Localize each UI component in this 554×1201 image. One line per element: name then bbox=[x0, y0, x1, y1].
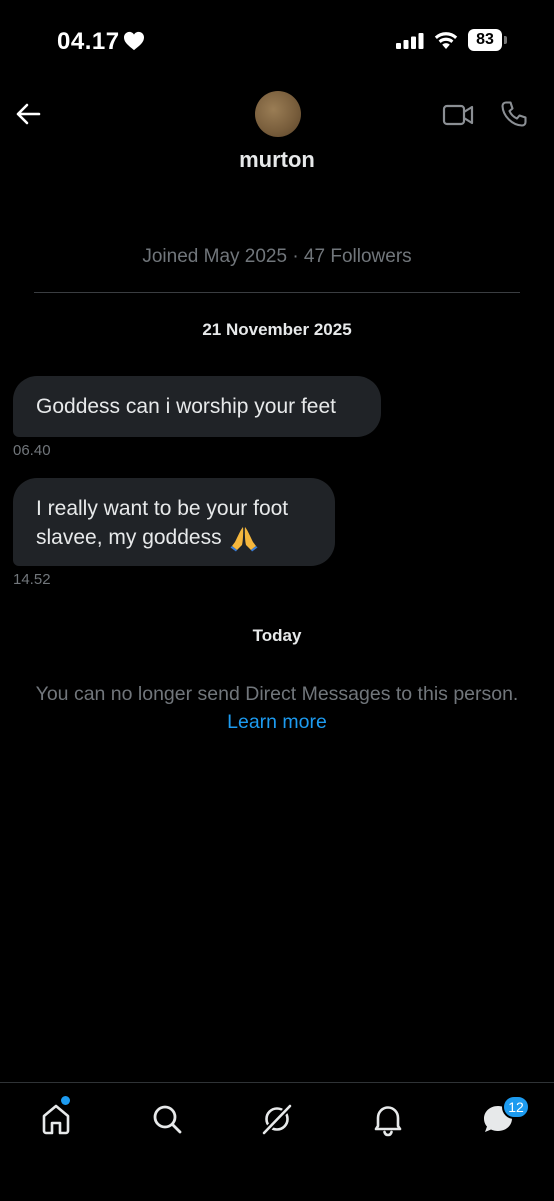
bottom-nav: 12 bbox=[0, 1082, 554, 1201]
battery-indicator: 83 bbox=[468, 29, 507, 51]
profile-meta: Joined May 2025 · 47 Followers bbox=[142, 246, 412, 267]
message-bubble[interactable]: Goddess can i worship your feet bbox=[13, 376, 381, 437]
today-label: Today bbox=[252, 626, 302, 645]
search-icon[interactable] bbox=[149, 1101, 185, 1137]
avatar[interactable] bbox=[255, 91, 301, 137]
wifi-icon bbox=[434, 32, 458, 49]
battery-tip bbox=[504, 36, 507, 44]
home-icon[interactable] bbox=[38, 1101, 74, 1137]
phone-call-icon[interactable] bbox=[500, 100, 528, 128]
cellular-signal-icon bbox=[396, 33, 424, 49]
learn-more-link[interactable]: Learn more bbox=[0, 708, 554, 736]
back-arrow-icon[interactable] bbox=[14, 100, 42, 128]
date-separator: 21 November 2025 bbox=[202, 320, 352, 339]
home-notification-dot bbox=[61, 1096, 70, 1105]
notice-text: You can no longer send Direct Messages t… bbox=[35, 683, 519, 705]
divider bbox=[34, 292, 520, 293]
message-text: Goddess can i worship your feet bbox=[36, 395, 336, 418]
heart-icon bbox=[124, 31, 144, 51]
message-timestamp: 06.40 bbox=[13, 442, 51, 459]
praying-hands-emoji bbox=[230, 527, 258, 552]
message-bubble[interactable]: I really want to be your foot slavee, my… bbox=[13, 478, 335, 566]
conversation-username[interactable]: murton bbox=[0, 147, 554, 173]
bell-icon[interactable] bbox=[370, 1101, 406, 1137]
battery-level: 83 bbox=[468, 29, 502, 51]
video-call-icon[interactable] bbox=[442, 101, 474, 129]
grok-icon[interactable] bbox=[259, 1101, 295, 1137]
messages-unread-badge: 12 bbox=[502, 1095, 530, 1119]
status-time: 04.17 bbox=[57, 28, 120, 55]
status-bar: 04.17 83 bbox=[0, 0, 554, 84]
message-timestamp: 14.52 bbox=[13, 571, 51, 588]
dm-restriction-notice: You can no longer send Direct Messages t… bbox=[0, 680, 554, 736]
